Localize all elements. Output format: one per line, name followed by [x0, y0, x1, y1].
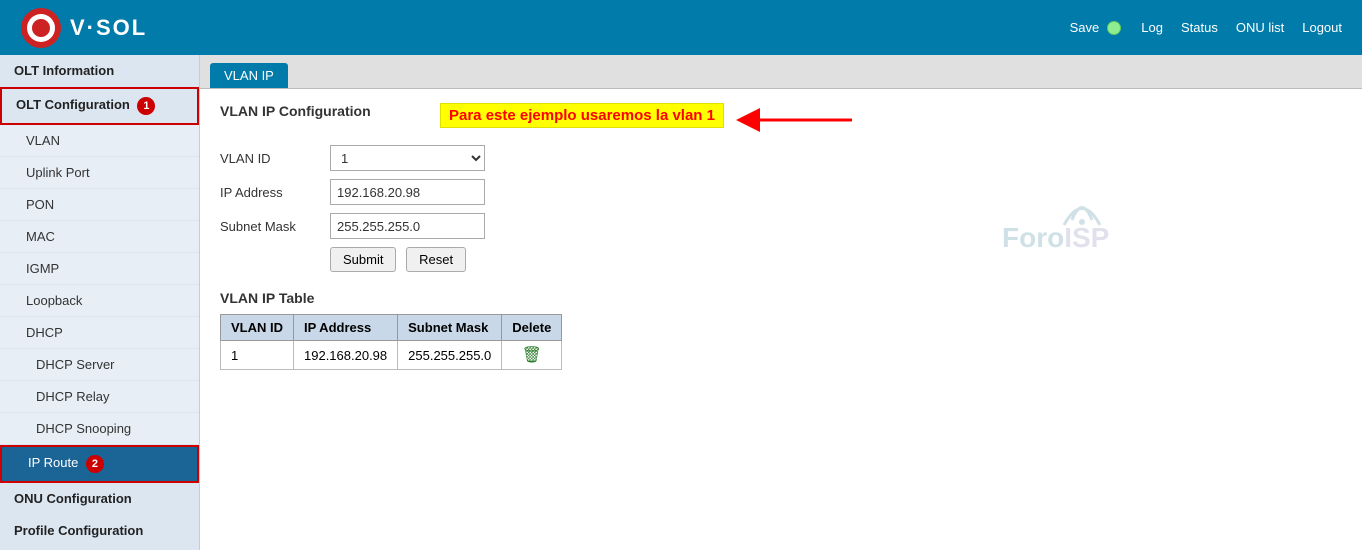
vlan-table-title: VLAN IP Table — [220, 290, 1342, 306]
section-title: VLAN IP Configuration — [220, 103, 380, 119]
badge-1: 1 — [137, 97, 155, 115]
tab-vlan-ip[interactable]: VLAN IP — [210, 63, 288, 88]
sidebar-item-dhcp-snooping[interactable]: DHCP Snooping — [0, 413, 199, 445]
sidebar-item-pon[interactable]: PON — [0, 189, 199, 221]
sidebar-item-mac[interactable]: MAC — [0, 221, 199, 253]
content-body: VLAN IP Configuration Para este ejemplo … — [200, 89, 1362, 384]
subnet-mask-row: Subnet Mask — [220, 213, 1342, 239]
log-link[interactable]: Log — [1141, 20, 1163, 35]
sidebar-item-dhcp-server[interactable]: DHCP Server — [0, 349, 199, 381]
sidebar-item-vlan[interactable]: VLAN — [0, 125, 199, 157]
sidebar-item-olt-configuration[interactable]: OLT Configuration 1 — [0, 87, 199, 125]
header-nav: Log Status ONU list Logout — [1141, 20, 1342, 35]
col-subnet-mask: Subnet Mask — [398, 315, 502, 341]
save-label[interactable]: Save — [1070, 20, 1100, 35]
cell-subnet-mask: 255.255.255.0 — [398, 341, 502, 370]
header-right: Save Log Status ONU list Logout — [1070, 20, 1342, 35]
status-link[interactable]: Status — [1181, 20, 1218, 35]
tab-bar: VLAN IP — [200, 55, 1362, 89]
col-ip-address: IP Address — [294, 315, 398, 341]
sidebar-item-onu-configuration[interactable]: ONU Configuration — [0, 483, 199, 515]
annotation-text: Para este ejemplo usaremos la vlan 1 — [440, 103, 724, 128]
badge-2: 2 — [86, 455, 104, 473]
ip-address-input[interactable] — [330, 179, 485, 205]
sidebar-item-uplink-port[interactable]: Uplink Port — [0, 157, 199, 189]
logo-area: V·SOL — [20, 7, 147, 49]
sidebar-item-dhcp-relay[interactable]: DHCP Relay — [0, 381, 199, 413]
table-row: 1 192.168.20.98 255.255.255.0 🗑 — [221, 341, 562, 370]
cell-ip-address: 192.168.20.98 — [294, 341, 398, 370]
status-indicator — [1107, 21, 1121, 35]
cell-vlan-id: 1 — [221, 341, 294, 370]
logo-text: V·SOL — [70, 15, 147, 41]
vlan-ip-table: VLAN ID IP Address Subnet Mask Delete 1 … — [220, 314, 562, 370]
red-arrow-icon — [732, 105, 862, 135]
ip-address-label: IP Address — [220, 185, 330, 200]
sidebar-item-olt-information[interactable]: OLT Information — [0, 55, 199, 87]
col-vlan-id: VLAN ID — [221, 315, 294, 341]
main-container: OLT Information OLT Configuration 1 VLAN… — [0, 55, 1362, 550]
subnet-mask-input[interactable] — [330, 213, 485, 239]
content-area: VLAN IP VLAN IP Configuration Para este … — [200, 55, 1362, 550]
reset-button[interactable]: Reset — [406, 247, 466, 272]
header: V·SOL Save Log Status ONU list Logout — [0, 0, 1362, 55]
vlan-id-label: VLAN ID — [220, 151, 330, 166]
sidebar-item-igmp[interactable]: IGMP — [0, 253, 199, 285]
header-save-area: Save — [1070, 20, 1122, 35]
onu-list-link[interactable]: ONU list — [1236, 20, 1284, 35]
form-buttons: Submit Reset — [330, 247, 1342, 272]
sidebar-item-dhcp[interactable]: DHCP — [0, 317, 199, 349]
subnet-mask-label: Subnet Mask — [220, 219, 330, 234]
sidebar-item-ip-route[interactable]: IP Route 2 — [0, 445, 199, 483]
delete-button[interactable]: 🗑 — [522, 345, 542, 365]
vlan-id-row: VLAN ID 1 — [220, 145, 1342, 171]
col-delete: Delete — [502, 315, 562, 341]
ip-address-row: IP Address — [220, 179, 1342, 205]
vlan-id-select[interactable]: 1 — [330, 145, 485, 171]
submit-button[interactable]: Submit — [330, 247, 396, 272]
sidebar: OLT Information OLT Configuration 1 VLAN… — [0, 55, 200, 550]
logout-link[interactable]: Logout — [1302, 20, 1342, 35]
vsol-logo-icon — [20, 7, 62, 49]
sidebar-item-loopback[interactable]: Loopback — [0, 285, 199, 317]
cell-delete[interactable]: 🗑 — [502, 341, 562, 370]
sidebar-item-profile-configuration[interactable]: Profile Configuration — [0, 515, 199, 547]
